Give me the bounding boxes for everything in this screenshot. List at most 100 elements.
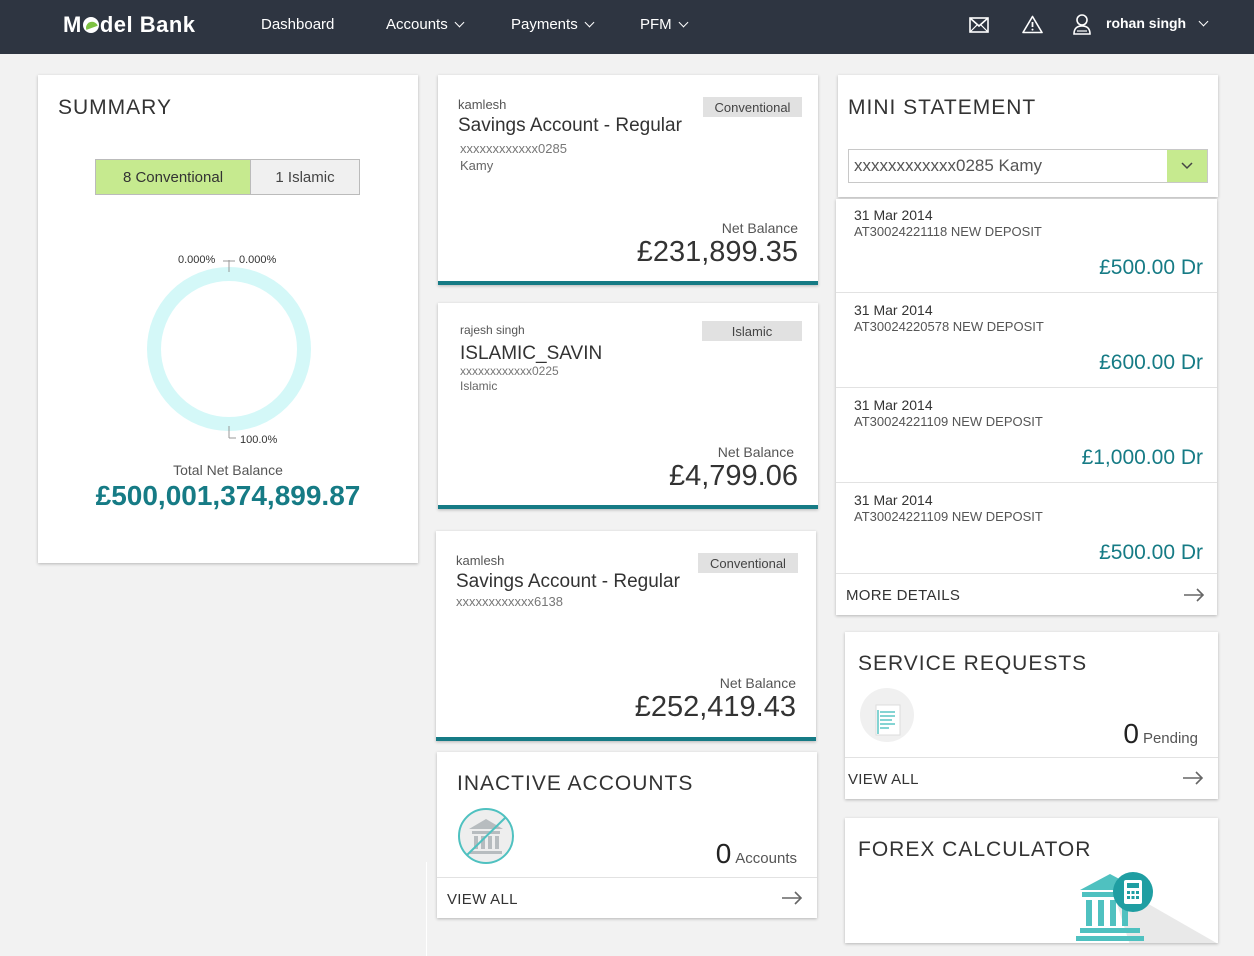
- user-menu[interactable]: rohan singh: [1106, 15, 1209, 31]
- arrow-right-icon[interactable]: [1183, 588, 1205, 602]
- forex-calculator-card[interactable]: FOREX CALCULATOR: [845, 818, 1218, 943]
- account-type-badge: Conventional: [703, 97, 802, 117]
- donut-label-bottom: 100.0%: [240, 434, 278, 446]
- divider: [836, 573, 1217, 574]
- transaction-row[interactable]: 31 Mar 2014 AT30024221109 NEW DEPOSIT £1…: [836, 389, 1217, 484]
- pending-count-value: 0: [1123, 718, 1139, 749]
- account-owner: rajesh singh: [460, 323, 525, 337]
- donut-label-left: 0.000%: [178, 254, 216, 266]
- transaction-description: AT30024220578 NEW DEPOSIT: [854, 319, 1044, 334]
- nav-accounts[interactable]: Accounts: [386, 16, 465, 33]
- service-request-document-icon: [860, 688, 914, 742]
- transaction-amount: £600.00 Dr: [1099, 351, 1203, 374]
- account-name: Savings Account - Regular: [456, 571, 680, 592]
- alert-triangle-icon[interactable]: [1022, 15, 1043, 34]
- chevron-down-icon: [678, 17, 689, 28]
- transaction-amount: £500.00 Dr: [1099, 541, 1203, 564]
- user-icon[interactable]: [1072, 13, 1092, 35]
- transaction-row[interactable]: 31 Mar 2014 AT30024221109 NEW DEPOSIT £5…: [836, 484, 1217, 574]
- mini-statement-title: MINI STATEMENT: [848, 96, 1037, 119]
- net-balance-value: £231,899.35: [636, 236, 798, 268]
- account-nickname: Islamic: [460, 379, 498, 393]
- arrow-right-icon[interactable]: [781, 891, 803, 905]
- divider: [437, 877, 817, 878]
- donut-ring: [147, 267, 311, 431]
- logo-o-icon: [82, 17, 99, 33]
- transaction-amount: £1,000.00 Dr: [1081, 446, 1203, 469]
- chevron-down-icon: [1198, 16, 1209, 26]
- account-card-2[interactable]: rajesh singh Islamic ISLAMIC_SAVIN xxxxx…: [438, 303, 818, 509]
- forex-calculator-title: FOREX CALCULATOR: [858, 838, 1092, 861]
- divider: [836, 482, 1217, 483]
- nav-dashboard-label: Dashboard: [261, 16, 335, 33]
- transaction-date: 31 Mar 2014: [854, 302, 933, 318]
- account-name: ISLAMIC_SAVIN: [460, 343, 603, 364]
- divider: [836, 387, 1217, 388]
- chevron-down-icon: [1181, 162, 1193, 170]
- toggle-islamic-button[interactable]: 1 Islamic: [251, 160, 359, 194]
- arrow-right-icon[interactable]: [1182, 771, 1204, 785]
- service-requests-view-all-link[interactable]: VIEW ALL: [848, 771, 919, 788]
- total-net-balance-value: £500,001,374,899.87: [95, 480, 361, 511]
- net-balance-label: Net Balance: [717, 444, 794, 460]
- account-card-accent-bar: [438, 505, 818, 509]
- forex-bank-calculator-icon: [1076, 872, 1217, 943]
- model-bank-logo[interactable]: M del Bank: [63, 12, 196, 38]
- chevron-down-icon: [584, 17, 595, 28]
- account-owner: kamlesh: [456, 553, 505, 568]
- balance-donut-chart: [147, 260, 311, 439]
- mini-statement-card: MINI STATEMENT xxxxxxxxxxxx0285 Kamy: [838, 75, 1218, 197]
- summary-title: SUMMARY: [58, 96, 172, 119]
- nav-payments-label: Payments: [511, 16, 578, 33]
- logo-text-prefix: M: [63, 12, 82, 37]
- inactive-count: 0 Accounts: [716, 838, 797, 870]
- total-net-balance-label: Total Net Balance: [173, 462, 283, 478]
- net-balance-value: £4,799.06: [668, 460, 798, 492]
- account-select[interactable]: xxxxxxxxxxxx0285 Kamy: [848, 149, 1208, 183]
- service-requests-card: SERVICE REQUESTS 0 Pending VIEW ALL: [845, 632, 1218, 799]
- account-select-value: xxxxxxxxxxxx0285 Kamy: [854, 156, 1042, 175]
- inactive-accounts-card: INACTIVE ACCOUNTS 0 Accounts VIEW ALL: [437, 752, 817, 918]
- column-edge-divider: [426, 862, 427, 956]
- inactive-count-label: Accounts: [735, 850, 797, 867]
- transaction-description: AT30024221109 NEW DEPOSIT: [854, 414, 1043, 429]
- inactive-view-all-link[interactable]: VIEW ALL: [447, 891, 518, 908]
- transaction-row[interactable]: 31 Mar 2014 AT30024220578 NEW DEPOSIT £6…: [836, 294, 1217, 389]
- account-number: xxxxxxxxxxxx0225: [460, 364, 559, 378]
- account-type-badge: Conventional: [698, 553, 798, 573]
- account-card-3[interactable]: kamlesh Conventional Savings Account - R…: [436, 531, 816, 741]
- pending-count: 0 Pending: [1123, 718, 1198, 750]
- account-owner: kamlesh: [458, 97, 507, 112]
- divider: [845, 757, 1218, 758]
- top-navigation-bar: M del Bank Dashboard Accounts Payments P…: [0, 0, 1254, 54]
- mini-statement-transactions: 31 Mar 2014 AT30024221118 NEW DEPOSIT £5…: [836, 199, 1217, 615]
- net-balance-label: Net Balance: [721, 220, 798, 236]
- nav-payments[interactable]: Payments: [511, 16, 595, 33]
- nav-pfm-label: PFM: [640, 16, 672, 33]
- inactive-bank-icon: [458, 808, 514, 864]
- account-card-1[interactable]: kamlesh Conventional Savings Account - R…: [438, 75, 818, 285]
- account-select-button[interactable]: [1167, 150, 1207, 182]
- account-number: xxxxxxxxxxxx6138: [456, 594, 563, 609]
- chevron-down-icon: [454, 17, 465, 28]
- transaction-description: AT30024221118 NEW DEPOSIT: [854, 224, 1042, 239]
- logo-text-suffix: del Bank: [99, 12, 196, 37]
- inactive-accounts-title: INACTIVE ACCOUNTS: [457, 772, 694, 795]
- more-details-link[interactable]: MORE DETAILS: [846, 587, 960, 604]
- mail-icon[interactable]: [969, 17, 989, 33]
- nav-pfm[interactable]: PFM: [640, 16, 689, 33]
- toggle-conventional-button[interactable]: 8 Conventional: [96, 160, 251, 194]
- donut-label-right: 0.000%: [239, 254, 277, 266]
- transaction-row[interactable]: 31 Mar 2014 AT30024221118 NEW DEPOSIT £5…: [836, 199, 1217, 294]
- account-name: Savings Account - Regular: [458, 115, 682, 136]
- divider: [836, 292, 1217, 293]
- account-type-badge: Islamic: [702, 321, 802, 341]
- service-requests-title: SERVICE REQUESTS: [858, 652, 1088, 675]
- account-nickname: Kamy: [460, 158, 494, 173]
- account-card-accent-bar: [436, 737, 816, 741]
- account-number: xxxxxxxxxxxx0285: [460, 141, 567, 156]
- account-card-accent-bar: [438, 281, 818, 285]
- nav-dashboard[interactable]: Dashboard: [261, 16, 334, 33]
- transaction-date: 31 Mar 2014: [854, 397, 933, 413]
- pending-count-label: Pending: [1142, 730, 1198, 747]
